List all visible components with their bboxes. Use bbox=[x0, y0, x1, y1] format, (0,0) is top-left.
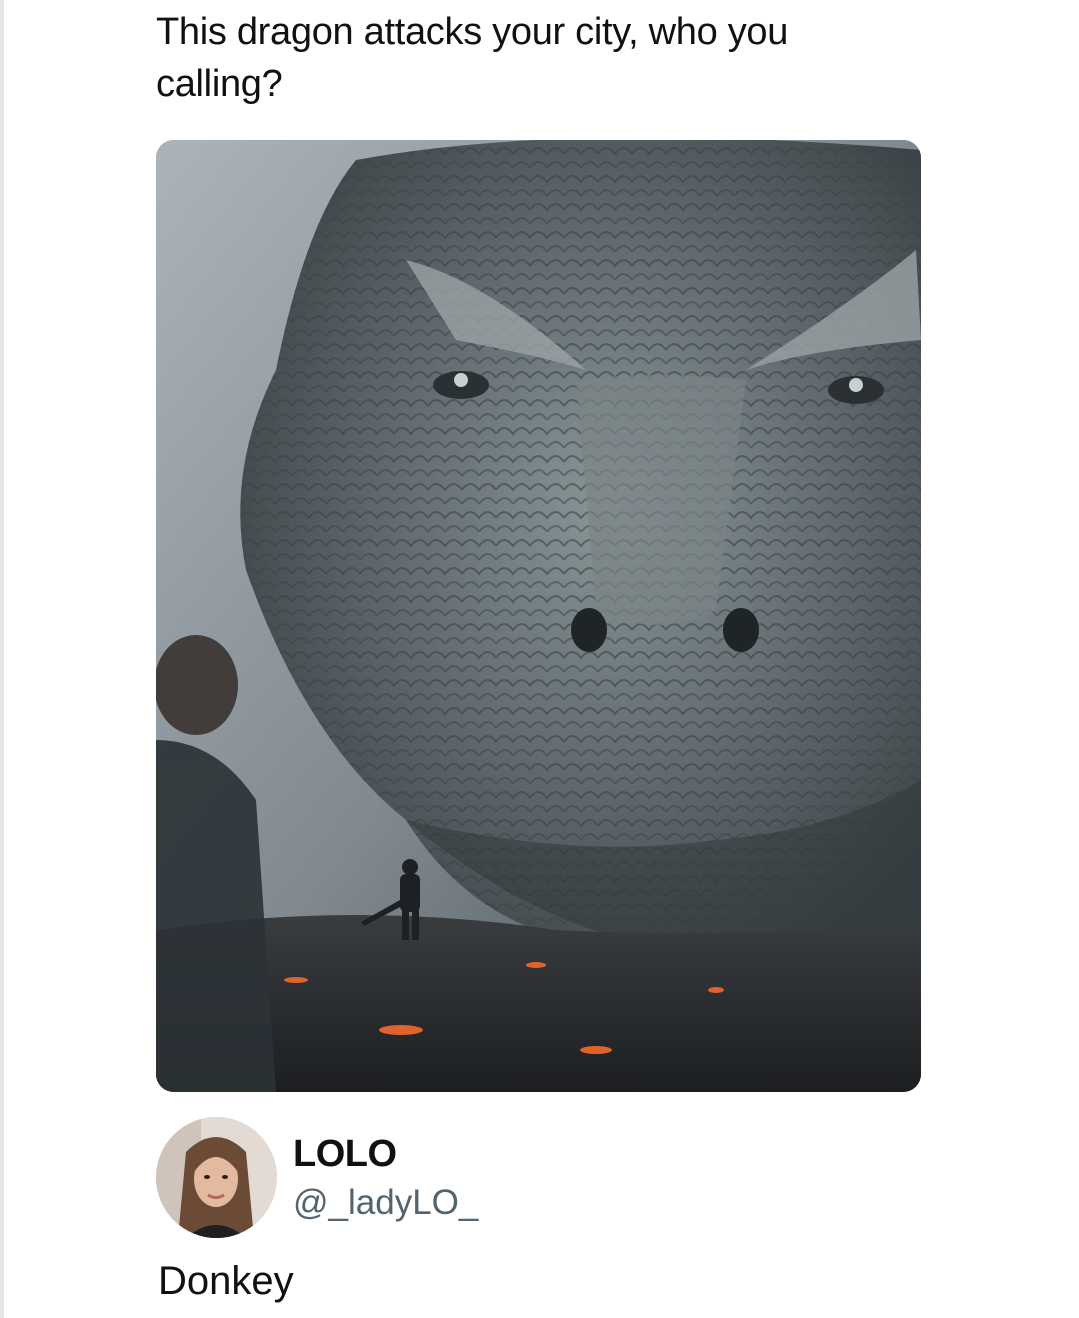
divider bbox=[0, 0, 4, 1318]
post-screenshot: This dragon attacks your city, who you c… bbox=[0, 0, 1079, 1318]
post-image[interactable] bbox=[156, 140, 921, 1092]
post-text-line-2: calling? bbox=[156, 63, 283, 105]
post-text: This dragon attacks your city, who you c… bbox=[156, 6, 956, 110]
reply-tweet[interactable]: LOLO @_ladyLO_ Donkey bbox=[156, 1117, 916, 1307]
avatar[interactable] bbox=[156, 1117, 277, 1238]
reply-text: Donkey bbox=[158, 1259, 294, 1303]
display-name[interactable]: LOLO bbox=[293, 1133, 397, 1176]
dragon-image bbox=[156, 140, 921, 1092]
user-avatar-icon bbox=[156, 1117, 277, 1238]
post-text-line-1: This dragon attacks your city, who you bbox=[156, 11, 789, 53]
user-handle[interactable]: @_ladyLO_ bbox=[293, 1183, 478, 1223]
